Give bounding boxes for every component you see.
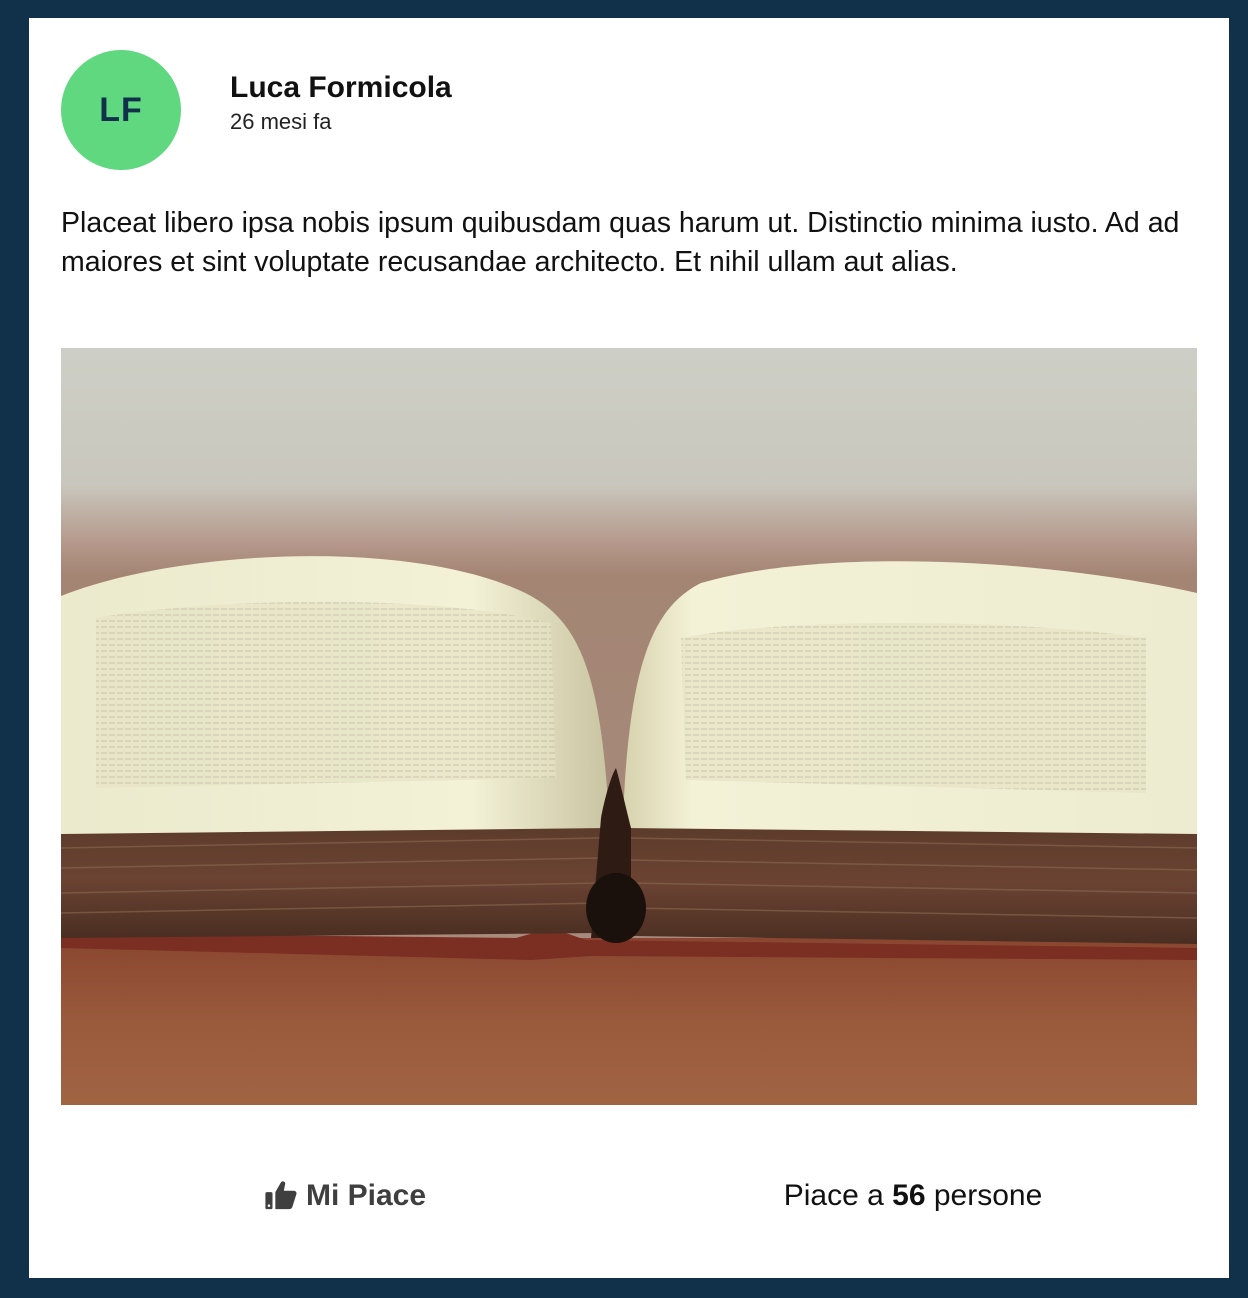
thumbs-up-icon (265, 1181, 297, 1210)
likes-suffix: persone (933, 1179, 1043, 1212)
post-image (61, 348, 1197, 1105)
likes-count: 56 (892, 1179, 926, 1212)
author-name: Luca Formicola (230, 71, 452, 104)
author-block: Luca Formicola 26 mesi fa (230, 70, 452, 136)
avatar: LF (61, 50, 181, 170)
post-time: 26 mesi fa (230, 109, 332, 134)
like-counter: Piace a 56 persone (629, 1168, 1197, 1224)
avatar-initials: LF (99, 90, 143, 129)
likes-prefix: Piace a (783, 1179, 884, 1212)
like-button[interactable]: Mi Piace (61, 1168, 629, 1224)
post-card: LF Luca Formicola 26 mesi fa Placeat lib… (29, 18, 1229, 1278)
post-header: LF Luca Formicola 26 mesi fa (61, 50, 452, 170)
post-footer: Mi Piace Piace a 56 persone (61, 1168, 1197, 1224)
like-button-label: Mi Piace (305, 1179, 427, 1212)
post-text: Placeat libero ipsa nobis ipsum quibusda… (61, 207, 1180, 278)
